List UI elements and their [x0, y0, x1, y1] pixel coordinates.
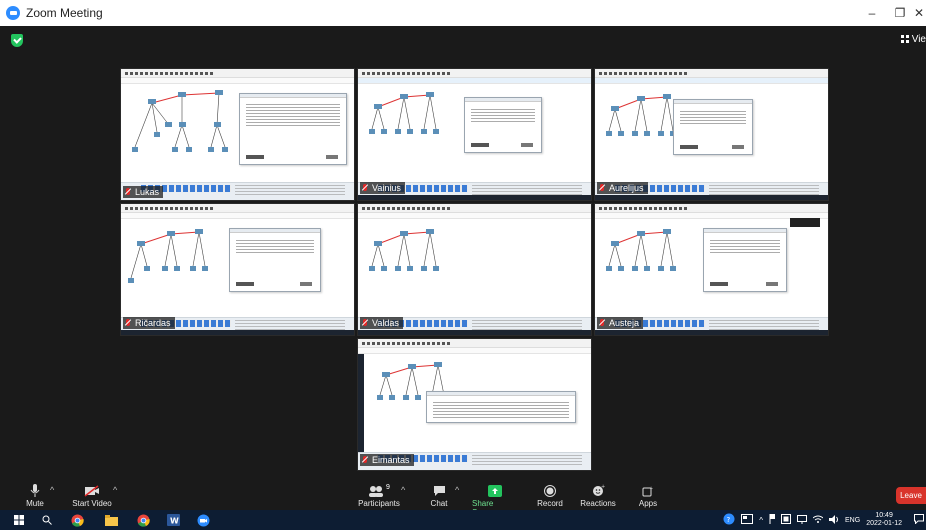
participant-name-tag: Aurelijus: [597, 182, 648, 194]
clock[interactable]: 10:49 2022-01-12: [866, 512, 908, 528]
minimize-button[interactable]: –: [858, 0, 886, 26]
svg-text:W: W: [170, 517, 179, 526]
video-tile[interactable]: Ričardas: [120, 203, 355, 336]
volume-icon[interactable]: [829, 514, 839, 526]
chrome-icon[interactable]: [70, 513, 84, 527]
participant-name-tag: Valdas: [360, 317, 403, 329]
output-dialog: [426, 391, 576, 423]
video-options-caret[interactable]: ^: [113, 485, 117, 495]
svg-text:+: +: [601, 484, 605, 490]
network-diagram: [132, 90, 228, 152]
news-icon[interactable]: [741, 514, 754, 526]
word-icon[interactable]: W: [166, 513, 180, 527]
participants-button[interactable]: 9 Participants: [350, 482, 408, 508]
title-bar: Zoom Meeting – ❐ ✕: [0, 0, 926, 26]
command-dialog: [239, 93, 347, 165]
start-video-button[interactable]: Start Video: [72, 482, 112, 508]
view-button[interactable]: Vie: [900, 31, 926, 47]
view-label: Vie: [911, 33, 926, 45]
record-icon: [544, 482, 556, 499]
microphone-icon: [29, 482, 41, 499]
grid-view-icon: [900, 35, 909, 43]
meeting-area: Vie Lukas Vainius Aurelijus Ričardas Val…: [0, 26, 926, 482]
participant-name-tag: Austeja: [597, 317, 644, 329]
command-dialog: [673, 99, 753, 155]
participant-name-tag: Vainius: [360, 182, 405, 194]
window-title: Zoom Meeting: [26, 6, 103, 20]
video-tile[interactable]: Eimantas: [357, 338, 592, 471]
network-diagram: [369, 229, 439, 271]
mute-button[interactable]: Mute: [24, 482, 46, 508]
share-screen-icon: [488, 482, 502, 499]
encryption-shield-icon[interactable]: [11, 34, 23, 47]
muted-mic-icon: [600, 319, 604, 326]
mute-options-caret[interactable]: ^: [50, 485, 54, 495]
participant-name-tag: Eimantas: [360, 454, 414, 466]
reactions-icon: +: [592, 482, 605, 499]
participant-name-tag: Lukas: [123, 186, 164, 198]
svg-text:+: +: [649, 486, 653, 492]
command-dialog: [229, 228, 321, 292]
participants-icon: 9: [368, 482, 390, 499]
help-icon[interactable]: ?: [723, 513, 735, 527]
zoom-window: Zoom Meeting – ❐ ✕ Vie Lukas Vainius Aur…: [0, 0, 926, 530]
network-diagram: [606, 229, 676, 271]
participant-name-tag: Ričardas: [123, 317, 175, 329]
record-button[interactable]: Record: [536, 482, 564, 508]
meeting-controls: Mute ^ Start Video ^ 9 Participants ^ Ch…: [0, 482, 926, 517]
video-tile[interactable]: Austeja: [594, 203, 829, 336]
network-diagram: [128, 229, 208, 283]
zoom-logo-icon: [6, 6, 20, 20]
notifications-icon[interactable]: [914, 514, 924, 526]
app-tray-icon[interactable]: [781, 514, 792, 526]
video-tile[interactable]: Aurelijus: [594, 68, 829, 201]
system-tray: ? ^ ENG 10:49 2022-01-12: [723, 510, 926, 530]
clock-date: 2022-01-12: [866, 520, 902, 527]
maximize-button[interactable]: ❐: [886, 0, 914, 26]
muted-mic-icon: [363, 319, 367, 326]
muted-mic-icon: [126, 188, 130, 195]
muted-mic-icon: [363, 456, 367, 463]
leave-button[interactable]: Leave: [896, 487, 926, 504]
windows-start-icon[interactable]: [12, 513, 26, 527]
reactions-button[interactable]: + Reactions: [580, 482, 616, 508]
chat-button[interactable]: Chat: [428, 482, 450, 508]
command-dialog: [703, 228, 787, 292]
video-off-icon: [84, 482, 100, 499]
wifi-icon[interactable]: [812, 515, 824, 525]
apps-button[interactable]: + Apps: [638, 482, 658, 509]
muted-mic-icon: [126, 319, 130, 326]
video-tile[interactable]: Vainius: [357, 68, 592, 201]
window-controls: – ❐ ✕: [858, 0, 926, 26]
close-button[interactable]: ✕: [914, 0, 926, 26]
network-diagram: [606, 94, 676, 136]
chat-options-caret[interactable]: ^: [455, 485, 459, 495]
floating-control-bar: [790, 218, 820, 227]
zoom-app-icon[interactable]: [196, 513, 210, 527]
windows-taskbar: W ? ^ ENG 10:49 2022-01-12: [0, 510, 926, 530]
chat-icon: [433, 482, 446, 499]
video-tile[interactable]: Lukas: [120, 68, 355, 201]
tray-overflow-icon[interactable]: ^: [759, 516, 763, 525]
command-dialog: [464, 97, 542, 153]
file-explorer-icon[interactable]: [104, 513, 118, 527]
svg-text:?: ?: [727, 516, 731, 524]
chrome-icon[interactable]: [136, 513, 150, 527]
apps-icon: +: [642, 482, 654, 499]
flag-icon[interactable]: [769, 514, 776, 526]
video-tile[interactable]: Valdas: [357, 203, 592, 336]
network-icon[interactable]: [797, 514, 808, 526]
language-indicator[interactable]: ENG: [845, 517, 860, 524]
muted-mic-icon: [600, 184, 604, 191]
muted-mic-icon: [363, 184, 367, 191]
clock-time: 10:49: [875, 512, 893, 519]
participants-options-caret[interactable]: ^: [401, 485, 405, 495]
participants-count: 9: [386, 484, 390, 491]
search-icon[interactable]: [40, 513, 54, 527]
network-diagram: [369, 92, 439, 134]
